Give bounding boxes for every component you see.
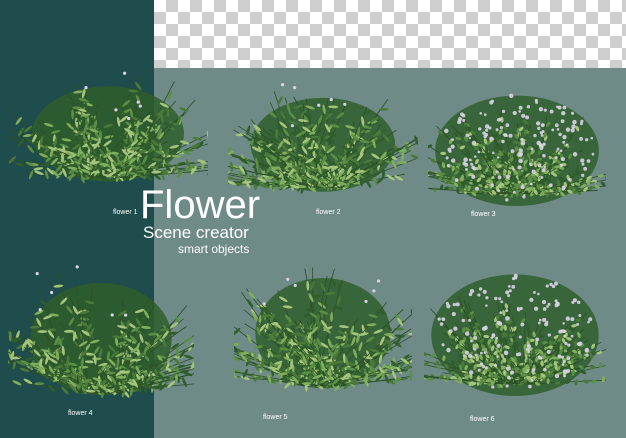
flower-6-label: flower 6 (470, 416, 495, 423)
flower-1-image (8, 50, 208, 190)
shrub-drawing (424, 273, 606, 396)
shrub-drawing (428, 93, 606, 206)
page-tagline: smart objects (178, 242, 250, 256)
flower-2-image (228, 62, 418, 200)
shrub-drawing (8, 265, 194, 399)
transparency-checkerboard (154, 0, 626, 68)
flower-5-image (234, 236, 412, 398)
page-title: Flower (140, 183, 261, 227)
flower-6-image (424, 244, 606, 396)
flower-3-label: flower 3 (471, 211, 496, 218)
flower-5-label: flower 5 (263, 414, 288, 421)
page-subtitle: Scene creator (143, 223, 249, 242)
flower-2-label: flower 2 (316, 209, 341, 216)
shrub-drawing (234, 267, 412, 392)
flower-1-label: flower 1 (113, 209, 138, 216)
flower-4-label: flower 4 (68, 410, 93, 417)
shrub-drawing (228, 83, 418, 195)
shrub-drawing (8, 71, 208, 184)
flower-3-image (428, 68, 606, 206)
flower-4-image (8, 240, 194, 405)
